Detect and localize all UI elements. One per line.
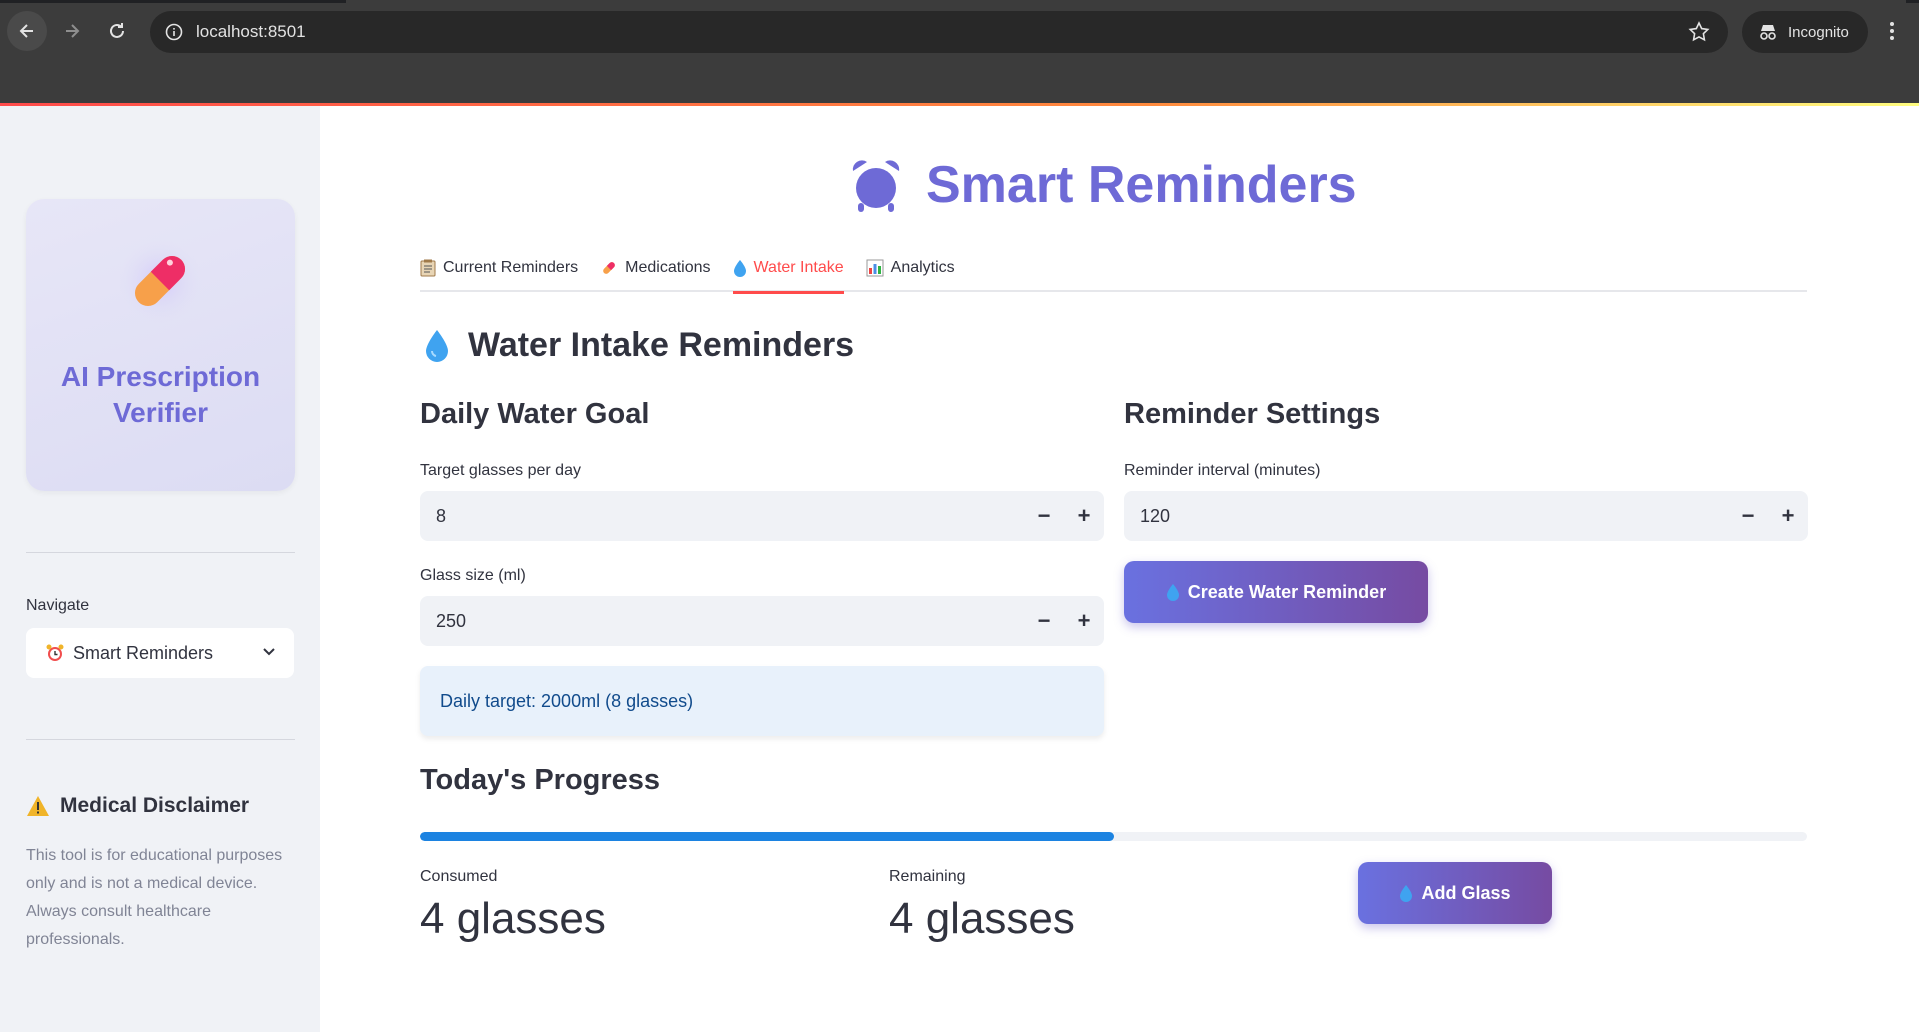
daily-goal-title: Daily Water Goal	[420, 398, 650, 430]
pill-icon	[118, 239, 202, 323]
tab-label: Medications	[625, 259, 711, 276]
alarm-clock-icon	[850, 157, 902, 213]
disclaimer-title: Medical Disclaimer	[26, 794, 249, 818]
glass-size-input[interactable]: 250 − +	[420, 596, 1104, 646]
tab-water-intake[interactable]: Water Intake	[732, 248, 844, 294]
target-glasses-label: Target glasses per day	[420, 462, 581, 479]
disclaimer-title-text: Medical Disclaimer	[60, 794, 250, 817]
sidebar-divider	[26, 552, 295, 553]
decrement-button[interactable]: −	[1728, 491, 1768, 541]
target-glasses-input[interactable]: 8 − +	[420, 491, 1104, 541]
create-water-reminder-button[interactable]: Create Water Reminder	[1124, 561, 1428, 623]
reminder-interval-input[interactable]: 120 − +	[1124, 491, 1808, 541]
target-glasses-value[interactable]: 8	[436, 506, 1024, 527]
remaining-label: Remaining	[889, 868, 966, 885]
alarm-clock-icon	[45, 643, 65, 663]
tab-analytics[interactable]: Analytics	[866, 248, 955, 292]
bookmark-star-icon[interactable]	[1688, 21, 1710, 48]
create-water-reminder-label: Create Water Reminder	[1187, 581, 1387, 602]
warning-icon	[26, 795, 50, 817]
address-bar[interactable]: localhost:8501	[150, 11, 1728, 53]
page-title: Smart Reminders	[850, 150, 1357, 220]
remaining-value: 4 glasses	[889, 894, 1075, 943]
site-info-icon[interactable]	[164, 22, 184, 42]
water-progress-bar	[420, 832, 1807, 841]
navigate-selected-value: Smart Reminders	[73, 642, 214, 663]
forward-button[interactable]	[52, 11, 92, 51]
glass-size-value[interactable]: 250	[436, 611, 1024, 632]
menu-dots-icon[interactable]	[1882, 16, 1902, 46]
brand-title: AI Prescription Verifier	[60, 361, 261, 428]
add-glass-label: Add Glass	[1421, 882, 1511, 903]
page-title-text: Smart Reminders	[926, 156, 1357, 214]
incognito-label: Incognito	[1788, 23, 1849, 41]
increment-button[interactable]: +	[1064, 491, 1104, 541]
decrement-button[interactable]: −	[1024, 596, 1064, 646]
incognito-icon	[1758, 23, 1778, 41]
water-drop-icon	[733, 259, 747, 277]
consumed-label: Consumed	[420, 868, 498, 885]
brand-card: AI Prescription Verifier	[26, 199, 295, 491]
disclaimer-text: This tool is for educational purposes on…	[26, 847, 283, 948]
back-button[interactable]	[7, 11, 47, 51]
forward-arrow-icon	[66, 24, 80, 38]
daily-target-info: Daily target: 2000ml (8 glasses)	[420, 666, 1104, 736]
tab-label: Water Intake	[753, 259, 844, 276]
tab-current-reminders[interactable]: Current Reminders	[420, 248, 578, 292]
water-drop-icon	[424, 329, 450, 363]
decrement-button[interactable]: −	[1024, 491, 1064, 541]
reload-icon	[110, 23, 124, 38]
add-glass-button[interactable]: Add Glass	[1358, 862, 1552, 924]
pill-icon	[600, 259, 618, 277]
tab-bar: Current Reminders Medications Water Inta…	[420, 248, 1807, 294]
todays-progress-title: Today's Progress	[420, 764, 661, 796]
reminder-settings-title: Reminder Settings	[1124, 398, 1381, 430]
url-text[interactable]: localhost:8501	[196, 22, 306, 42]
water-drop-icon	[1399, 884, 1413, 902]
chevron-down-icon	[260, 643, 278, 661]
water-drop-icon	[1166, 583, 1180, 601]
glass-size-label: Glass size (ml)	[420, 567, 526, 584]
increment-button[interactable]: +	[1064, 596, 1104, 646]
water-progress-fill	[420, 832, 1114, 841]
reminder-interval-value[interactable]: 120	[1140, 506, 1728, 527]
reload-button[interactable]	[97, 11, 137, 51]
tab-label: Analytics	[890, 259, 955, 276]
reminder-interval-label: Reminder interval (minutes)	[1124, 462, 1321, 479]
increment-button[interactable]: +	[1768, 491, 1808, 541]
tab-strip	[0, 0, 1919, 3]
section-title: Water Intake Reminders	[424, 326, 854, 365]
incognito-indicator[interactable]: Incognito	[1742, 11, 1868, 53]
section-title-text: Water Intake Reminders	[468, 326, 855, 364]
navigate-label: Navigate	[26, 597, 90, 614]
consumed-value: 4 glasses	[420, 894, 606, 943]
sidebar-divider	[26, 739, 295, 740]
sidebar: AI Prescription Verifier Navigate Smart …	[0, 106, 320, 1032]
tab-medications[interactable]: Medications	[600, 248, 711, 292]
tab-label: Current Reminders	[443, 259, 579, 276]
navigate-select[interactable]: Smart Reminders	[26, 628, 294, 678]
bar-chart-icon	[866, 259, 884, 277]
back-arrow-icon	[19, 24, 33, 38]
clipboard-icon	[420, 259, 436, 277]
browser-toolbar: localhost:8501 Incognito	[0, 0, 1919, 105]
